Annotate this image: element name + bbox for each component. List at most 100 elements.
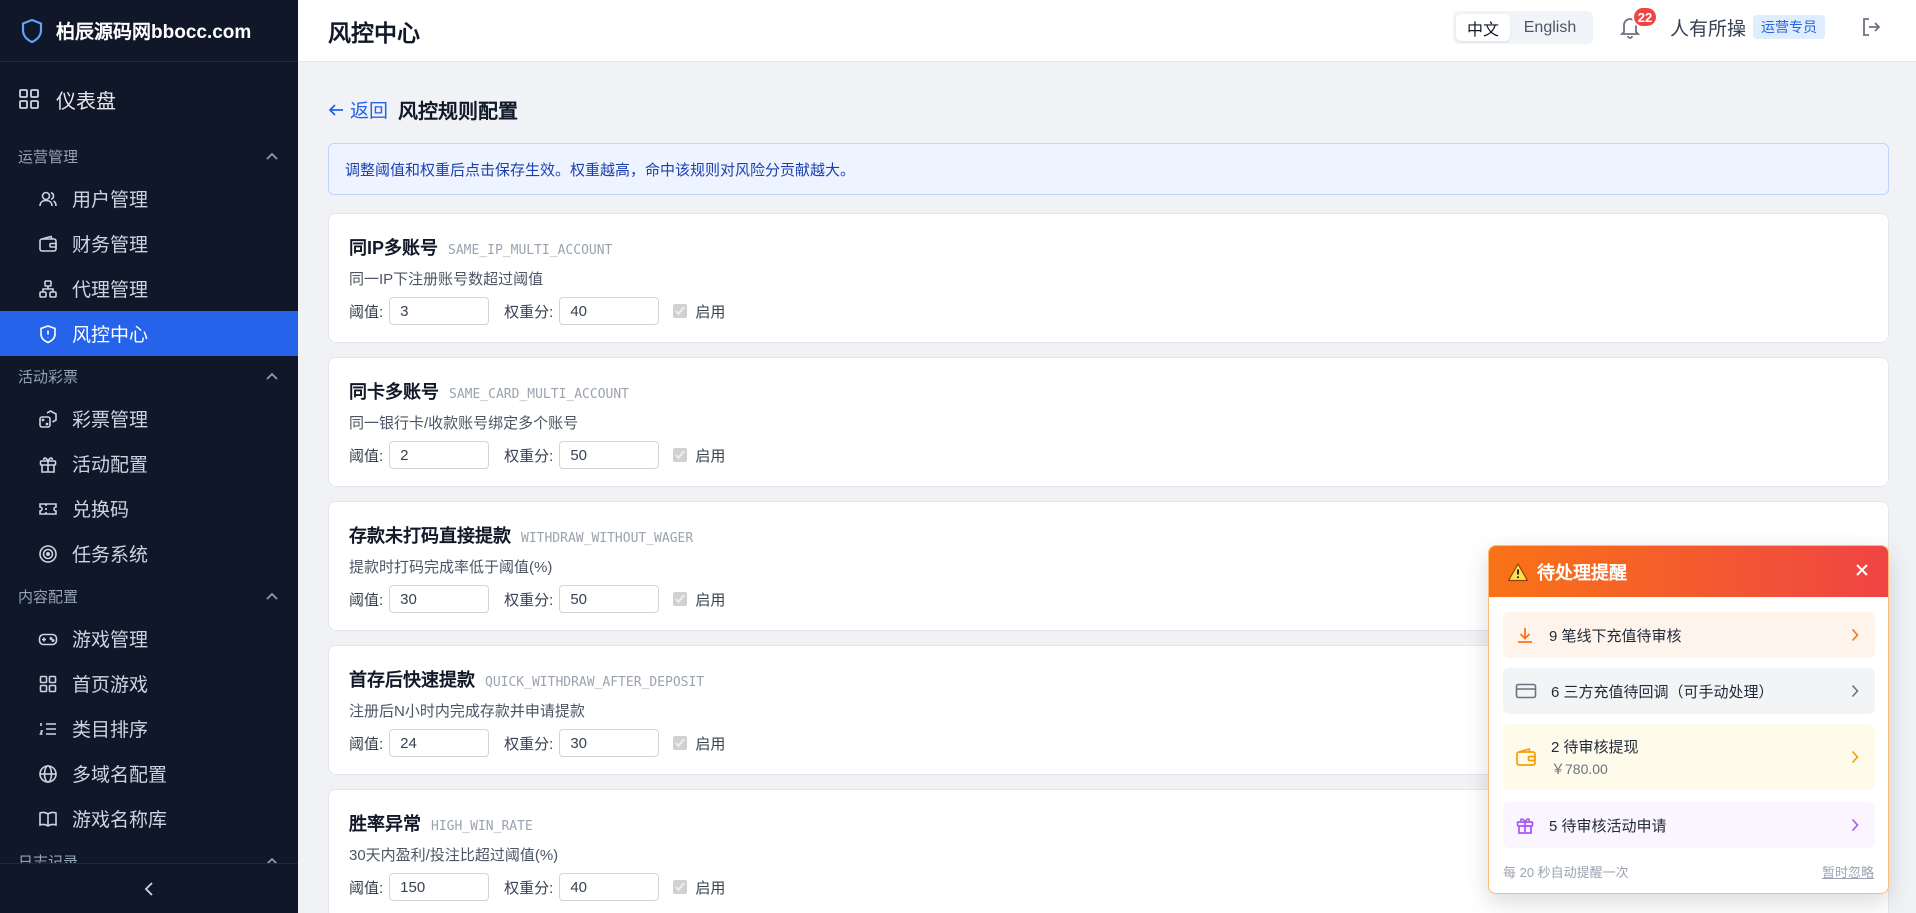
threshold-input[interactable] (389, 729, 490, 757)
chevron-left-icon (144, 881, 153, 896)
weight-input[interactable] (559, 585, 660, 613)
checkbox-box[interactable] (673, 592, 688, 606)
sidebar-group-operations[interactable]: 运营管理 (0, 136, 298, 176)
role-badge: 运营专员 (1753, 15, 1825, 39)
sidebar-item-agents[interactable]: 代理管理 (0, 266, 298, 311)
reminder-offline-deposit[interactable]: 9 笔线下充值待审核 (1503, 612, 1875, 658)
enabled-label: 启用 (695, 303, 726, 321)
back-label: 返回 (350, 101, 389, 122)
weight-input[interactable] (559, 873, 660, 901)
gamepad-icon (38, 633, 58, 645)
popup-close-button[interactable] (1854, 562, 1870, 583)
chevron-right-icon (1851, 750, 1859, 764)
weight-label: 权重分: (504, 735, 554, 753)
weight-input[interactable] (559, 729, 660, 757)
sidebar-item-tasks[interactable]: 任务系统 (0, 531, 298, 576)
chevron-up-icon (266, 592, 278, 600)
brand-name: 柏辰源码网bbocc.com (56, 22, 252, 43)
threshold-input[interactable] (389, 441, 490, 469)
threshold-input[interactable] (389, 873, 490, 901)
sidebar-collapse-button[interactable] (0, 863, 298, 913)
enabled-label: 启用 (695, 735, 726, 753)
rule-code: QUICK_WITHDRAW_AFTER_DEPOSIT (485, 675, 705, 690)
enabled-checkbox[interactable]: 启用 (673, 877, 725, 898)
sidebar-item-games[interactable]: 游戏管理 (0, 616, 298, 661)
reminder-activity-application[interactable]: 5 待审核活动申请 (1503, 802, 1875, 848)
sidebar-item-label: 风控中心 (72, 325, 149, 346)
rule-code: HIGH_WIN_RATE (431, 819, 533, 834)
sidebar-item-dashboard[interactable]: 仪表盘 (0, 62, 298, 136)
lang-en-button[interactable]: English (1510, 14, 1590, 41)
chevron-right-icon (1851, 684, 1859, 698)
threshold-input[interactable] (389, 297, 490, 325)
threshold-label: 阈值: (349, 591, 384, 609)
logout-button[interactable] (1860, 16, 1882, 43)
user-name: 人有所操 (1670, 19, 1747, 40)
sidebar-item-redeem-code[interactable]: 兑换码 (0, 486, 298, 531)
enabled-checkbox[interactable]: 启用 (673, 733, 725, 754)
sidebar-item-label: 财务管理 (72, 235, 149, 256)
reminder-text: 9 笔线下充值待审核 (1549, 627, 1682, 645)
sidebar-item-lottery[interactable]: 彩票管理 (0, 396, 298, 441)
rule-description: 同一IP下注册账号数超过阈值 (349, 271, 544, 288)
chevron-up-icon (266, 152, 278, 160)
download-icon (1518, 628, 1532, 643)
rule-code: SAME_CARD_MULTI_ACCOUNT (449, 387, 630, 402)
sidebar: 柏辰源码网bbocc.com 仪表盘 运营管理 用户管理 财务管理 代理管理 风… (0, 0, 298, 913)
checkbox-box[interactable] (673, 736, 688, 750)
rule-name: 存款未打码直接提款 (349, 526, 511, 546)
enabled-checkbox[interactable]: 启用 (673, 301, 725, 322)
weight-input[interactable] (559, 297, 660, 325)
sidebar-group-content[interactable]: 内容配置 (0, 576, 298, 616)
threshold-input[interactable] (389, 585, 490, 613)
dice-icon (39, 409, 57, 428)
sidebar-item-users[interactable]: 用户管理 (0, 176, 298, 221)
reminder-text-block: 2 待审核提现 ￥780.00 (1551, 736, 1639, 779)
logout-icon (1863, 18, 1881, 36)
brand[interactable]: 柏辰源码网bbocc.com (0, 0, 298, 62)
sidebar-item-risk-control[interactable]: 风控中心 (0, 311, 298, 356)
credit-card-icon (1515, 683, 1537, 699)
sidebar-item-category-sort[interactable]: 类目排序 (0, 706, 298, 751)
ignore-link[interactable]: 暂时忽略 (1822, 862, 1874, 881)
enabled-checkbox[interactable]: 启用 (673, 445, 725, 466)
rule-name: 胜率异常 (349, 814, 421, 834)
sidebar-item-multi-domain[interactable]: 多域名配置 (0, 751, 298, 796)
rule-description: 同一银行卡/收款账号绑定多个账号 (349, 415, 579, 432)
globe-icon (39, 764, 57, 783)
lang-zh-button[interactable]: 中文 (1456, 14, 1510, 41)
sidebar-item-game-names[interactable]: 游戏名称库 (0, 796, 298, 841)
rule-name: 首存后快速提款 (349, 670, 475, 690)
weight-label: 权重分: (504, 591, 554, 609)
checkbox-box[interactable] (673, 304, 688, 318)
book-icon (39, 811, 57, 827)
notification-button[interactable]: 22 (1618, 6, 1658, 44)
shield-logo-icon (21, 18, 43, 43)
checkbox-box[interactable] (673, 448, 688, 462)
sidebar-item-label: 类目排序 (72, 720, 149, 741)
sidebar-item-label: 彩票管理 (72, 410, 149, 431)
reminder-third-party-callback[interactable]: 6 三方充值待回调（可手动处理） (1503, 668, 1875, 714)
sidebar-item-activity-config[interactable]: 活动配置 (0, 441, 298, 486)
weight-input[interactable] (559, 441, 660, 469)
reminder-text: 5 待审核活动申请 (1549, 817, 1667, 835)
enabled-checkbox[interactable]: 启用 (673, 589, 725, 610)
reminder-text: 6 三方充值待回调（可手动处理） (1551, 683, 1774, 701)
reminder-withdrawal[interactable]: 2 待审核提现 ￥780.00 (1503, 724, 1875, 790)
auto-remind-text: 每 20 秒自动提醒一次 (1503, 865, 1629, 880)
chevron-right-icon (1851, 818, 1859, 832)
sidebar-group-activities[interactable]: 活动彩票 (0, 356, 298, 396)
top-header: 风控中心 中文 English 22 人有所操 运营专员 (298, 0, 1916, 62)
back-link[interactable]: 返回 (328, 96, 388, 123)
shield-alert-icon (40, 324, 56, 343)
checkbox-box[interactable] (673, 880, 688, 894)
reminder-amount: ￥780.00 (1551, 760, 1608, 777)
sidebar-item-finance[interactable]: 财务管理 (0, 221, 298, 266)
sidebar-item-home-games[interactable]: 首页游戏 (0, 661, 298, 706)
sidebar-item-label: 多域名配置 (72, 765, 168, 786)
sidebar-group-label: 活动彩票 (18, 368, 79, 386)
sidebar-group-label: 内容配置 (18, 588, 79, 606)
enabled-label: 启用 (695, 879, 726, 897)
weight-label: 权重分: (504, 303, 554, 321)
wallet-icon (39, 235, 57, 252)
